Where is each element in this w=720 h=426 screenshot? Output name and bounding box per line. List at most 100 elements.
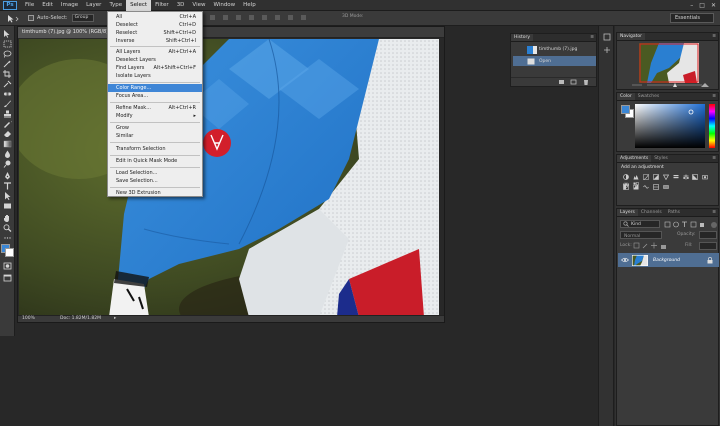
align-top-icon[interactable] (210, 15, 215, 20)
menu-item-quick-mask[interactable]: Edit in Quick Mask Mode (108, 157, 202, 165)
tab-styles[interactable]: Styles (651, 155, 671, 162)
lock-transparent-icon[interactable] (633, 242, 640, 249)
eyedropper-tool-icon[interactable] (3, 80, 12, 88)
tab-history[interactable]: History (511, 34, 534, 41)
gradient-map-icon[interactable] (662, 184, 669, 190)
properties-panel-icon[interactable] (604, 47, 610, 53)
minimize-button[interactable]: – (690, 2, 693, 9)
filter-toggle-icon[interactable] (711, 222, 717, 228)
menu-item-grow[interactable]: Grow (108, 124, 202, 132)
curves-icon[interactable] (643, 174, 649, 180)
menu-item-modify[interactable]: Modify ▸ (108, 112, 202, 120)
opacity-input[interactable] (699, 231, 717, 239)
type-tool-icon[interactable] (3, 182, 12, 190)
panel-menu-icon[interactable]: ≡ (712, 34, 716, 39)
menu-window[interactable]: Window (209, 0, 239, 11)
tab-channels[interactable]: Channels (638, 209, 665, 216)
history-state-open[interactable]: Open (513, 56, 596, 66)
move-tool-icon[interactable] (3, 30, 12, 38)
eye-icon[interactable] (621, 257, 629, 263)
brightness-contrast-icon[interactable] (623, 174, 629, 180)
color-picker-field[interactable] (635, 104, 705, 148)
menu-item-focus-area[interactable]: Focus Area... (108, 92, 202, 100)
zoom-tool-icon[interactable] (3, 224, 12, 232)
tab-color[interactable]: Color (617, 93, 635, 100)
menu-select[interactable]: Select (126, 0, 152, 11)
screen-mode-icon[interactable] (3, 274, 12, 282)
menu-item-save-selection[interactable]: Save Selection... (108, 177, 202, 185)
black-white-icon[interactable] (692, 174, 699, 180)
layer-row-background[interactable]: Background (618, 253, 719, 267)
menu-item-inverse[interactable]: Inverse Shift+Ctrl+I (108, 37, 202, 45)
blur-tool-icon[interactable] (3, 150, 12, 158)
tab-layers[interactable]: Layers (617, 209, 638, 216)
levels-icon[interactable] (633, 174, 639, 180)
rectangle-tool-icon[interactable] (3, 202, 12, 210)
maximize-button[interactable]: □ (699, 2, 705, 9)
menu-image[interactable]: Image (57, 0, 82, 11)
new-document-from-state-icon[interactable] (559, 80, 564, 84)
menu-type[interactable]: Type (105, 0, 126, 11)
align-middle-icon[interactable] (223, 15, 228, 20)
lock-position-icon[interactable] (651, 242, 657, 249)
status-arrow-icon[interactable]: ▸ (114, 316, 116, 322)
pen-tool-icon[interactable] (3, 172, 12, 180)
history-brush-tool-icon[interactable] (3, 120, 12, 128)
hand-tool-icon[interactable] (3, 214, 12, 222)
menu-item-deselect-layers[interactable]: Deselect Layers (108, 56, 202, 64)
filter-type-icon[interactable] (682, 221, 687, 227)
panel-menu-icon[interactable]: ≡ (590, 35, 594, 40)
align-center-icon[interactable] (262, 15, 267, 20)
lock-image-icon[interactable] (642, 243, 648, 249)
panel-menu-icon[interactable]: ≡ (712, 156, 716, 161)
tab-paths[interactable]: Paths (665, 209, 683, 216)
menu-item-similar[interactable]: Similar (108, 132, 202, 140)
posterize-icon[interactable] (633, 184, 639, 190)
menu-file[interactable]: File (21, 0, 38, 11)
crop-tool-icon[interactable] (3, 70, 12, 78)
threshold-icon[interactable] (643, 184, 649, 190)
filter-smart-object-icon[interactable] (700, 223, 704, 227)
menu-help[interactable]: Help (239, 0, 260, 11)
magic-wand-tool-icon[interactable] (3, 60, 12, 68)
menu-edit[interactable]: Edit (38, 0, 57, 11)
create-snapshot-icon[interactable] (570, 79, 577, 85)
menu-filter[interactable]: Filter (151, 0, 173, 11)
more-tools-icon[interactable] (3, 234, 12, 242)
menu-3d[interactable]: 3D (173, 0, 189, 11)
hue-saturation-icon[interactable] (673, 174, 679, 180)
path-selection-tool-icon[interactable] (3, 192, 12, 200)
distribute-icon[interactable] (288, 15, 293, 20)
move-tool-preset-icon[interactable] (4, 13, 22, 24)
color-fg-swatch[interactable] (621, 105, 630, 114)
brush-tool-icon[interactable] (3, 100, 12, 108)
menu-item-color-range[interactable]: Color Range... (108, 84, 202, 92)
menu-item-new-3d-extrusion[interactable]: New 3D Extrusion (108, 189, 202, 197)
menu-view[interactable]: View (188, 0, 209, 11)
navigator-zoom-slider[interactable] (617, 81, 720, 89)
close-button[interactable]: ✕ (711, 2, 716, 9)
zoom-level[interactable]: 100% (22, 316, 35, 322)
tab-swatches[interactable]: Swatches (635, 93, 663, 100)
menu-item-transform-selection[interactable]: Transform Selection (108, 145, 202, 153)
menu-layer[interactable]: Layer (82, 0, 105, 11)
align-bottom-icon[interactable] (236, 15, 241, 20)
quick-mask-icon[interactable] (3, 262, 12, 270)
invert-icon[interactable] (623, 184, 629, 190)
menu-item-find-layers[interactable]: Find Layers Alt+Shift+Ctrl+F (108, 64, 202, 72)
auto-select-checkbox[interactable] (28, 15, 34, 21)
align-right-icon[interactable] (275, 15, 280, 20)
menu-item-load-selection[interactable]: Load Selection... (108, 169, 202, 177)
healing-brush-tool-icon[interactable] (3, 90, 12, 98)
background-color-swatch[interactable] (5, 248, 14, 257)
hue-slider[interactable] (709, 104, 715, 148)
filter-shape-icon[interactable] (690, 221, 697, 228)
menu-item-deselect[interactable]: Deselect Ctrl+D (108, 21, 202, 29)
filter-adjustment-icon[interactable] (673, 221, 679, 228)
auto-select-dropdown[interactable]: Group (71, 14, 94, 22)
history-panel-icon[interactable] (603, 33, 611, 41)
history-snapshot[interactable]: timthumb (7).jpg (513, 44, 596, 55)
selective-color-icon[interactable] (652, 184, 659, 190)
menu-item-reselect[interactable]: Reselect Shift+Ctrl+D (108, 29, 202, 37)
panel-menu-icon[interactable]: ≡ (712, 210, 716, 215)
